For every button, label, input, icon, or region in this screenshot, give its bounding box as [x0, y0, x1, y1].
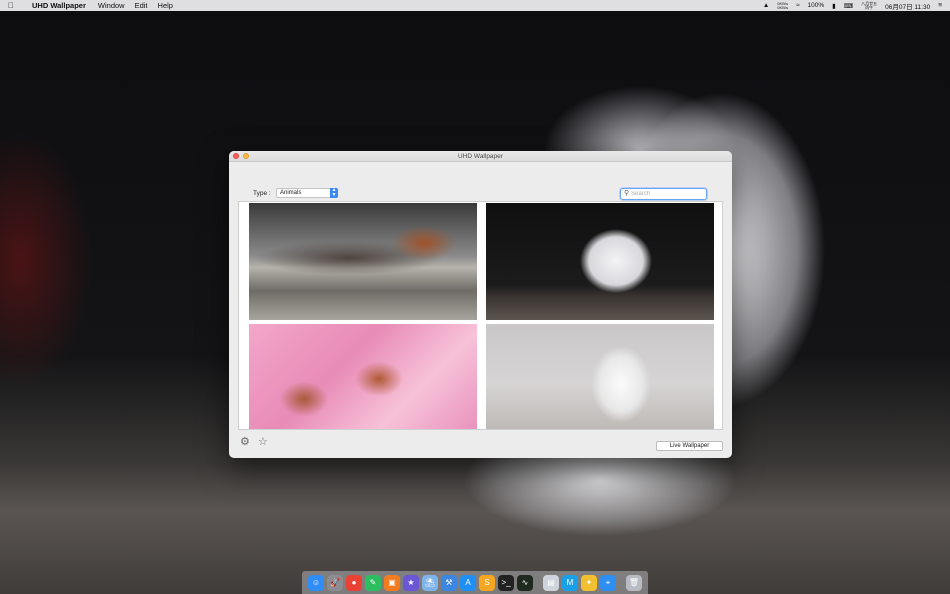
menu-window[interactable]: Window — [98, 1, 125, 10]
title-bar[interactable]: UHD Wallpaper — [229, 151, 732, 162]
clock[interactable]: 06月07日 11:30 — [885, 1, 930, 11]
type-selected-value: Animals — [280, 190, 302, 196]
search-icon: ⚲ — [624, 190, 630, 197]
keyboard-icon[interactable]: ⌨ — [844, 2, 853, 10]
sublime-icon[interactable]: S — [479, 574, 495, 591]
pinwheel-icon[interactable]: ✦ — [581, 574, 597, 591]
window-title: UHD Wallpaper — [458, 153, 503, 160]
search-field[interactable]: ⚲ — [620, 188, 707, 200]
star-app-icon[interactable]: ★ — [403, 574, 419, 591]
wifi-icon[interactable]: ≈ — [796, 2, 800, 9]
battery-percent[interactable]: 100% — [808, 2, 825, 9]
lunar-date[interactable]: 八月廿五 丙午 — [861, 1, 877, 10]
wallpaper-gallery[interactable] — [238, 201, 723, 430]
star-icon[interactable]: ☆ — [258, 436, 268, 448]
markdown-icon[interactable]: M — [562, 574, 578, 591]
xcode-icon[interactable]: ⚒ — [441, 574, 457, 591]
app-window: UHD Wallpaper Type : Animals ▲▼ ⚲ ⚙ ☆ Li… — [229, 151, 732, 458]
window-controls — [233, 153, 249, 159]
select-arrows-icon: ▲ ▼ — [330, 187, 338, 198]
close-button[interactable] — [233, 153, 239, 159]
net-down-text: 0KB/s — [777, 4, 788, 10]
search-input[interactable] — [631, 189, 702, 199]
network-speed[interactable]: 0KB/s 0KB/s — [777, 1, 788, 10]
list-menu-icon[interactable]: ≡ — [938, 2, 942, 9]
gear-icon[interactable]: ⚙ — [240, 436, 250, 448]
menu-help[interactable]: Help — [158, 1, 173, 10]
chrome-icon[interactable]: ● — [346, 574, 362, 591]
toolbar: Type : Animals ▲ ▼ ⚲ — [229, 162, 732, 201]
menu-bar:  UHD Wallpaper Window Edit Help ▲ 0KB/s… — [0, 0, 950, 11]
books-icon[interactable]: ▣ — [384, 574, 400, 591]
safari-icon[interactable]: ⌖ — [600, 574, 616, 591]
terminal-icon[interactable]: >_ — [498, 574, 514, 591]
file-icon[interactable]: ▤ — [543, 574, 559, 591]
evernote-icon[interactable]: ✎ — [365, 574, 381, 591]
dock: ☺ 🚀 ● ✎ ▣ ★ ⛱ ⚒ A S >_ ∿ ▤ M ✦ ⌖ 🗑 — [302, 571, 648, 594]
menu-app-name[interactable]: UHD Wallpaper — [32, 1, 86, 10]
finder-icon[interactable]: ☺ — [308, 574, 324, 591]
menu-edit[interactable]: Edit — [135, 1, 148, 10]
launchpad-icon[interactable]: 🚀 — [327, 574, 343, 591]
lunar-bottom-text: 丙午 — [865, 4, 874, 10]
preview-icon[interactable]: ⛱ — [422, 574, 438, 591]
live-wallpaper-button[interactable]: Live Wallpaper — [656, 441, 723, 451]
cat-status-icon[interactable]: ▲ — [763, 2, 769, 9]
thumbnail-duck-with-ducklings[interactable] — [249, 203, 477, 320]
activity-monitor-icon[interactable]: ∿ — [517, 574, 533, 591]
trash-icon[interactable]: 🗑 — [626, 574, 642, 591]
app-store-icon[interactable]: A — [460, 574, 476, 591]
battery-icon[interactable]: ▮ — [832, 2, 836, 10]
thumbnail-white-kitten[interactable] — [486, 203, 714, 320]
apple-icon[interactable]:  — [8, 1, 22, 10]
type-label: Type : — [253, 190, 271, 197]
thumbnail-birds-on-cherry-blossom[interactable] — [249, 324, 477, 429]
minimize-button[interactable] — [243, 153, 249, 159]
thumbnail-white-dog[interactable] — [486, 324, 714, 429]
type-select[interactable]: Animals ▲ ▼ — [276, 188, 338, 198]
status-area: ▲ 0KB/s 0KB/s ≈ 100% ▮ ⌨ 八月廿五 丙午 06月07日 … — [763, 1, 942, 11]
